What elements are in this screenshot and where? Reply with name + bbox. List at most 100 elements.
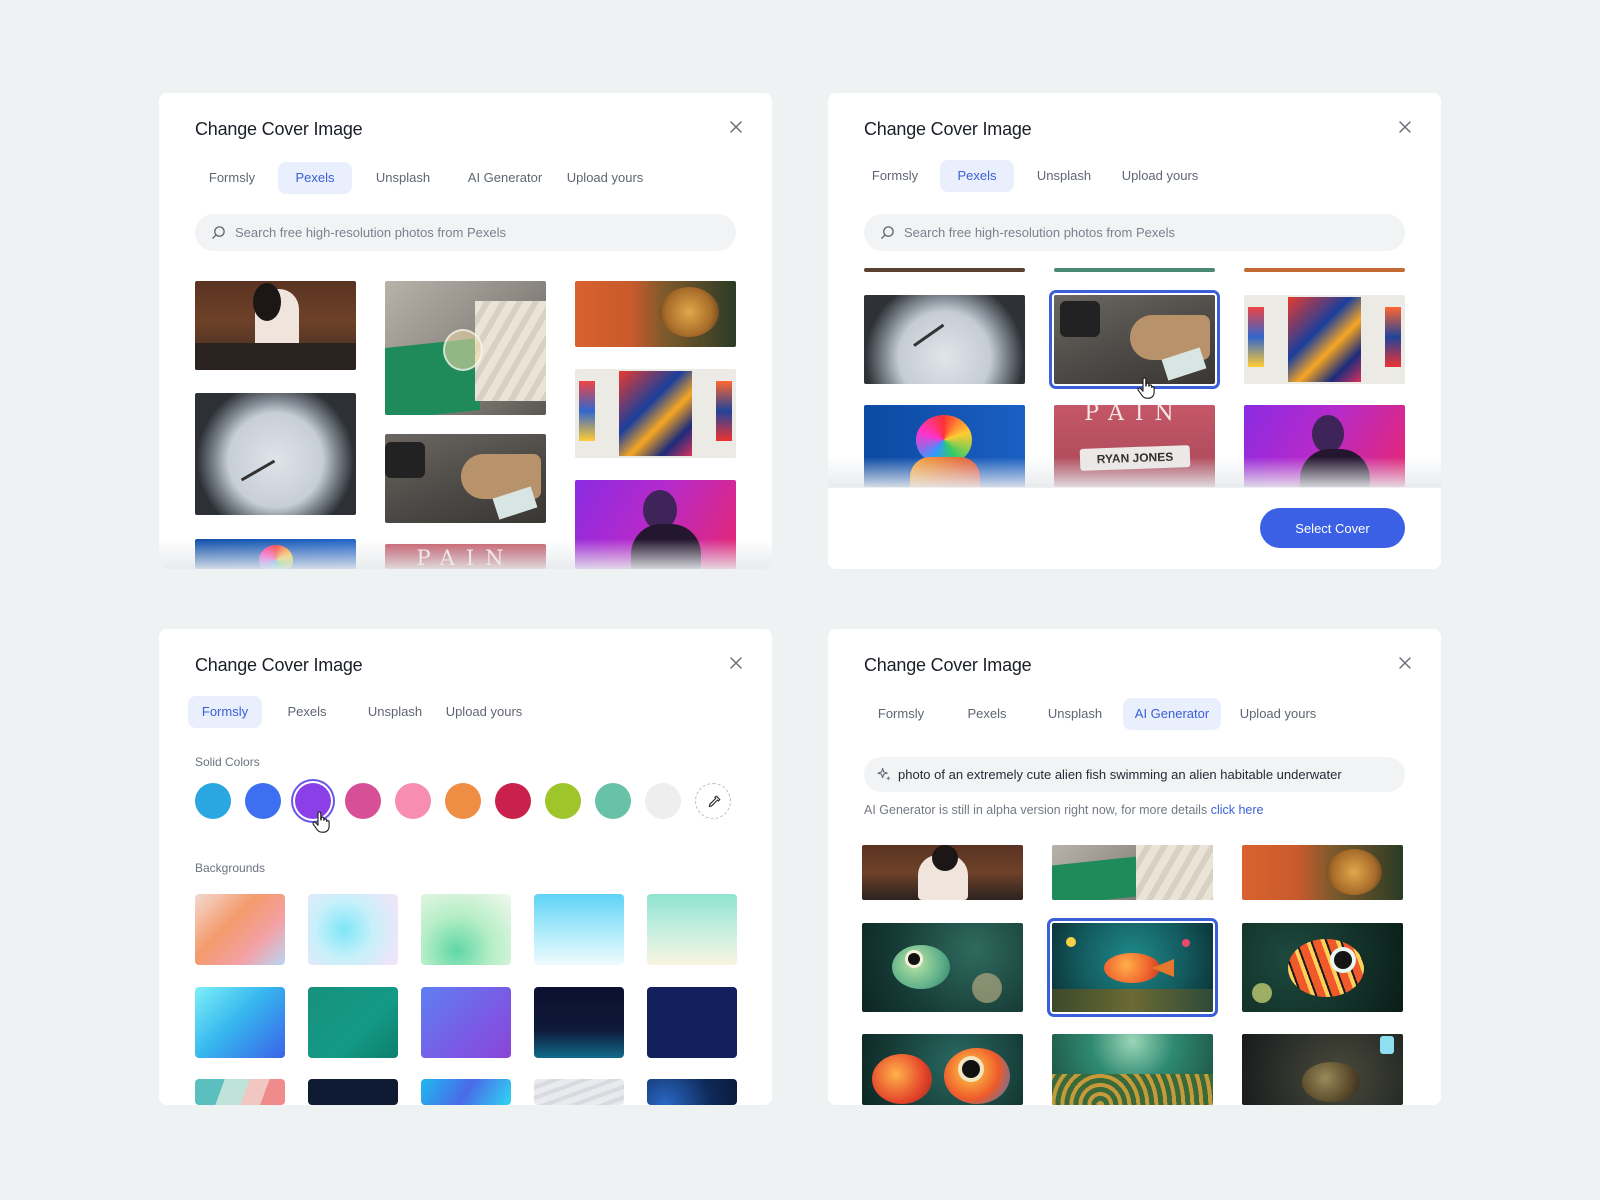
photo-banner-text: RYAN JONES — [1079, 445, 1191, 471]
neon-portrait-photo[interactable] — [1244, 405, 1405, 487]
orange-fish-photo[interactable] — [1052, 923, 1213, 1012]
color-swatch[interactable] — [645, 783, 681, 819]
tab-unsplash[interactable]: Unsplash — [1034, 698, 1116, 730]
salmon-dish-photo[interactable] — [575, 281, 736, 347]
search-bar — [864, 214, 1405, 251]
pain-text-photo[interactable]: PAIN — [385, 544, 546, 569]
dark-fish-photo[interactable] — [1242, 1034, 1403, 1105]
ryan-jones-photo[interactable]: PAIN RYAN JONES — [1054, 405, 1215, 487]
background-aqua-pink[interactable] — [308, 894, 398, 965]
background-peach[interactable] — [195, 894, 285, 965]
photo-text: PAIN — [1084, 405, 1185, 426]
tab-upload-yours[interactable]: Upload yours — [436, 696, 532, 728]
background-midnight[interactable] — [534, 987, 624, 1058]
sparkle-icon — [877, 767, 891, 781]
change-cover-modal-pexels: Change Cover Image Formsly Pexels Unspla… — [159, 93, 772, 569]
wall-clock-photo[interactable] — [195, 393, 356, 515]
background-dark-navy[interactable] — [308, 1079, 398, 1105]
tab-unsplash[interactable]: Unsplash — [361, 162, 445, 194]
modal-title: Change Cover Image — [864, 655, 1032, 675]
backgrounds-label: Backgrounds — [195, 861, 266, 875]
tab-upload-yours[interactable]: Upload yours — [557, 162, 653, 194]
eyedropper-icon — [708, 795, 721, 808]
close-icon[interactable] — [1395, 117, 1415, 137]
green-fish-photo[interactable] — [862, 923, 1023, 1012]
tab-formsly[interactable]: Formsly — [195, 162, 269, 194]
tab-ai-generator[interactable]: AI Generator — [1123, 698, 1221, 730]
legs-and-bag-photo[interactable] — [1054, 295, 1215, 384]
background-liquid-blue[interactable] — [421, 1079, 511, 1105]
tab-formsly[interactable]: Formsly — [864, 160, 926, 192]
two-fish-photo[interactable] — [862, 1034, 1023, 1105]
click-here-link[interactable]: click here — [1211, 803, 1264, 817]
close-icon[interactable] — [726, 117, 746, 137]
modal-footer: Select Cover — [828, 487, 1441, 569]
colorful-portrait-photo[interactable] — [864, 405, 1025, 487]
background-seafoam[interactable] — [647, 894, 737, 965]
tab-pexels[interactable]: Pexels — [940, 160, 1014, 192]
background-silver-waves[interactable] — [534, 1079, 624, 1105]
ai-prompt-input[interactable] — [898, 757, 1398, 792]
ai-prompt-bar — [864, 757, 1405, 792]
background-cyan-blue[interactable] — [195, 987, 285, 1058]
close-icon[interactable] — [726, 653, 746, 673]
gallery-painting-photo[interactable] — [1244, 295, 1405, 384]
background-mint[interactable] — [421, 894, 511, 965]
modal-title: Change Cover Image — [864, 119, 1032, 139]
tab-upload-yours[interactable]: Upload yours — [1228, 698, 1328, 730]
neon-portrait-photo[interactable] — [575, 480, 736, 569]
glass-and-book-photo[interactable] — [385, 281, 546, 415]
person-writing-photo[interactable] — [195, 281, 356, 370]
gallery-painting-photo[interactable] — [575, 369, 736, 458]
color-swatch[interactable] — [345, 783, 381, 819]
photo-text: PAIN — [416, 546, 515, 569]
background-teal[interactable] — [308, 987, 398, 1058]
colorful-portrait-photo[interactable] — [195, 539, 356, 569]
background-stripes[interactable] — [195, 1079, 285, 1105]
background-violet[interactable] — [421, 987, 511, 1058]
red-fish-photo[interactable] — [1242, 923, 1403, 1012]
color-swatch[interactable] — [445, 783, 481, 819]
solid-colors-label: Solid Colors — [195, 755, 260, 769]
tab-pexels[interactable]: Pexels — [952, 698, 1022, 730]
background-deep-blue[interactable] — [647, 1079, 737, 1105]
color-picker-button[interactable] — [695, 783, 731, 819]
close-icon[interactable] — [1395, 653, 1415, 673]
select-cover-button[interactable]: Select Cover — [1260, 508, 1405, 548]
partial-photo — [1054, 268, 1215, 272]
change-cover-modal-ai-generator: Change Cover Image Formsly Pexels Unspla… — [828, 629, 1441, 1105]
salmon-dish-photo[interactable] — [1242, 845, 1403, 900]
tab-pexels[interactable]: Pexels — [272, 696, 342, 728]
person-writing-photo[interactable] — [862, 845, 1023, 900]
search-input[interactable] — [235, 214, 725, 251]
tab-upload-yours[interactable]: Upload yours — [1112, 160, 1208, 192]
search-bar — [195, 214, 736, 251]
search-input[interactable] — [904, 214, 1394, 251]
wall-clock-photo[interactable] — [864, 295, 1025, 384]
tab-formsly[interactable]: Formsly — [188, 696, 262, 728]
background-navy[interactable] — [647, 987, 737, 1058]
reef-photo[interactable] — [1052, 1034, 1213, 1105]
color-swatch[interactable] — [595, 783, 631, 819]
tab-unsplash[interactable]: Unsplash — [356, 696, 434, 728]
color-swatch[interactable] — [395, 783, 431, 819]
legs-and-bag-photo[interactable] — [385, 434, 546, 523]
modal-title: Change Cover Image — [195, 119, 363, 139]
tab-formsly[interactable]: Formsly — [864, 698, 938, 730]
tab-pexels[interactable]: Pexels — [278, 162, 352, 194]
partial-photo — [864, 268, 1025, 272]
color-swatch[interactable] — [295, 783, 331, 819]
tab-ai-generator[interactable]: AI Generator — [453, 162, 557, 194]
change-cover-modal-formsly: Change Cover Image Formsly Pexels Unspla… — [159, 629, 772, 1105]
partial-photo — [1244, 268, 1405, 272]
ai-alpha-note: AI Generator is still in alpha version r… — [864, 803, 1263, 817]
glass-and-book-photo[interactable] — [1052, 845, 1213, 900]
color-swatch[interactable] — [495, 783, 531, 819]
background-sky[interactable] — [534, 894, 624, 965]
color-swatch[interactable] — [545, 783, 581, 819]
ai-note-text: AI Generator is still in alpha version r… — [864, 803, 1211, 817]
color-swatch[interactable] — [245, 783, 281, 819]
search-icon — [880, 225, 895, 240]
tab-unsplash[interactable]: Unsplash — [1022, 160, 1106, 192]
color-swatch[interactable] — [195, 783, 231, 819]
